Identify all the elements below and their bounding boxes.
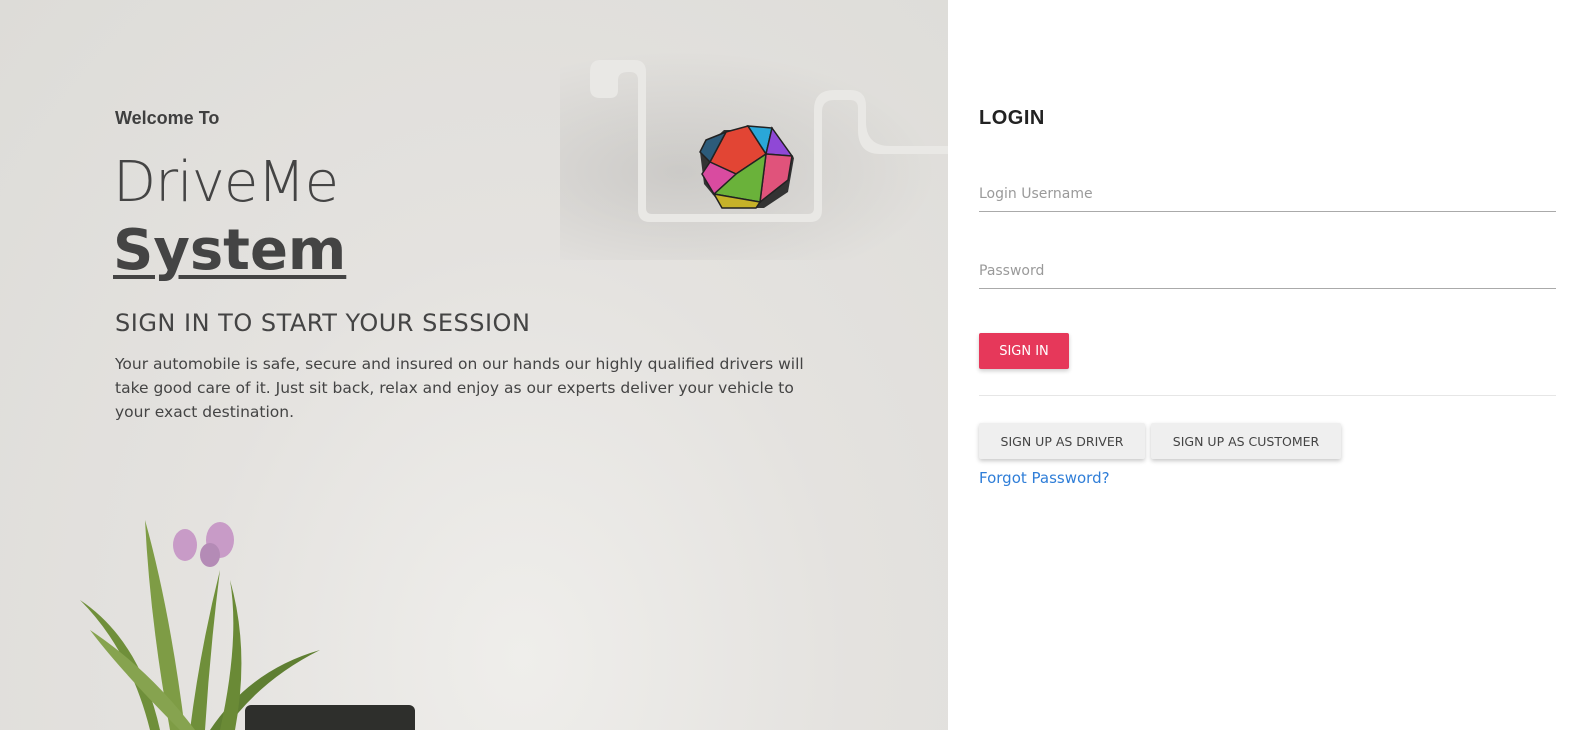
geometric-ball-icon	[699, 125, 794, 209]
hero-description: Your automobile is safe, secure and insu…	[115, 355, 804, 421]
username-input[interactable]	[979, 177, 1556, 212]
hero-panel: Welcome To DriveMe System SIGN IN TO STA…	[0, 0, 948, 730]
plant-pot	[245, 705, 415, 730]
sign-in-button[interactable]: SIGN IN	[979, 333, 1069, 369]
login-title: LOGIN	[979, 107, 1045, 129]
divider	[979, 395, 1556, 396]
sign-up-driver-button[interactable]: SIGN UP AS DRIVER	[979, 423, 1145, 459]
welcome-text: Welcome To	[115, 108, 220, 128]
password-input[interactable]	[979, 254, 1556, 289]
brand-title: DriveMe	[113, 150, 339, 215]
flower-plant-icon	[80, 520, 320, 730]
sign-up-customer-button[interactable]: SIGN UP AS CUSTOMER	[1151, 423, 1341, 459]
forgot-password-link[interactable]: Forgot Password?	[979, 469, 1110, 487]
session-tagline: SIGN IN TO START YOUR SESSION	[115, 309, 531, 337]
brand-subtitle: System	[113, 218, 347, 283]
